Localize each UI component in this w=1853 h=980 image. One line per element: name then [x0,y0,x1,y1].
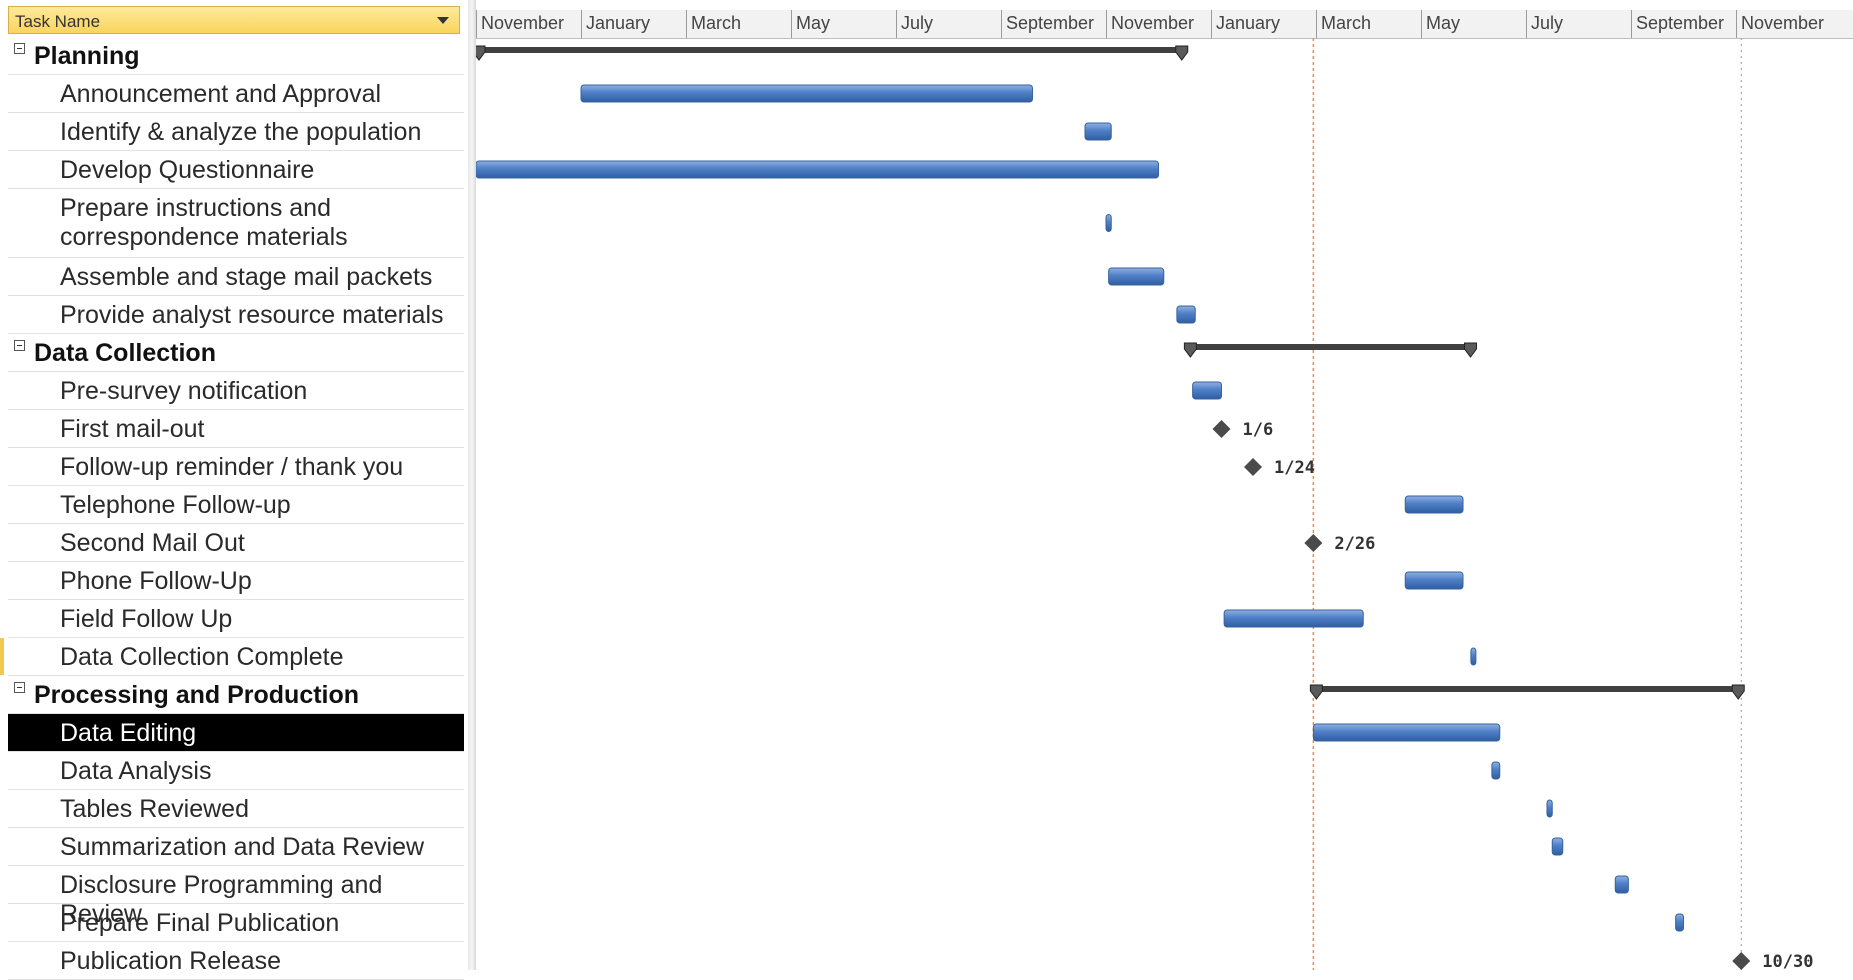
task-name-label: First mail-out [60,415,205,443]
task-bar[interactable] [1084,122,1112,141]
task-bar[interactable] [1470,647,1477,666]
task-row[interactable]: Publication Release [8,942,464,980]
task-name-label: Tables Reviewed [60,795,249,823]
task-name-label: Prepare Final Publication [60,909,340,937]
milestone-diamond[interactable] [1304,534,1323,552]
task-bar[interactable] [476,160,1159,179]
task-name-label: Prepare instructions and correspondence … [60,194,348,251]
task-row[interactable]: Provide analyst resource materials [8,296,464,334]
gantt-chart: 1/61/24 2/26 10/30 [476,38,1813,970]
task-name-label: Announcement and Approval [60,80,382,108]
task-row[interactable]: Assemble and stage mail packets [8,258,464,296]
task-row[interactable]: Prepare instructions and correspondence … [8,189,464,258]
task-name-label: Data Collection Complete [60,643,344,671]
task-row[interactable]: Summarization and Data Review [8,828,464,866]
collapse-minus-icon[interactable] [14,43,25,54]
collapse-minus-icon[interactable] [14,340,25,351]
task-row[interactable]: Data Collection Complete [0,638,464,676]
task-bar[interactable] [1105,214,1112,232]
task-name-column-header[interactable]: Task Name [8,6,460,34]
task-row[interactable]: Follow-up reminder / thank you [8,448,464,486]
summary-end-cap[interactable] [1464,342,1477,358]
task-name-label: Develop Questionnaire [60,156,315,184]
summary-bar[interactable] [476,47,1185,53]
task-name-label: Follow-up reminder / thank you [60,453,404,481]
task-rows: Planning Announcement and Approval Identif… [0,37,464,980]
summary-start-cap[interactable] [1309,684,1323,700]
task-name-label: Pre-survey notification [60,377,308,405]
milestone-date-label: 2/26 [1334,534,1375,554]
milestone-diamond[interactable] [1244,458,1262,476]
task-row[interactable]: Second Mail Out [8,524,464,562]
task-bar[interactable] [1223,609,1364,628]
task-name-label: Planning [34,42,140,70]
task-row[interactable]: Prepare Final Publication [8,904,464,942]
task-table: Task Name Planning Announcement and Appro… [0,0,469,980]
summary-task-row[interactable]: Data Collection [8,334,464,372]
task-bar[interactable] [1404,495,1464,514]
project-gantt-view: Task Name Planning Announcement and Appro… [0,0,1853,980]
task-bar[interactable] [1404,571,1464,590]
task-row[interactable]: Identify & analyze the population [8,113,464,151]
task-name-label: Processing and Production [34,681,360,709]
task-bar[interactable] [580,84,1033,103]
summary-start-cap[interactable] [1183,342,1197,358]
dropdown-arrow-icon[interactable] [437,17,449,24]
task-bar[interactable] [1108,267,1165,286]
milestone-diamond[interactable] [1212,420,1231,438]
task-name-label: Assemble and stage mail packets [60,263,433,291]
milestone-date-label: 10/30 [1762,952,1813,970]
task-name-label: Phone Follow-Up [60,567,252,595]
summary-bar[interactable] [1187,344,1474,350]
task-name-label: Identify & analyze the population [60,118,422,146]
task-bar[interactable] [1551,837,1564,856]
summary-end-cap[interactable] [1175,45,1189,61]
summary-end-cap[interactable] [1731,684,1745,700]
task-name-label: Telephone Follow-up [60,491,291,519]
task-row[interactable]: Data Editing [8,714,464,752]
task-row[interactable]: Field Follow Up [8,600,464,638]
task-row[interactable]: Announcement and Approval [8,75,464,113]
task-bar[interactable] [1491,761,1501,780]
task-name-label: Second Mail Out [60,529,245,557]
task-bar[interactable] [1675,913,1684,932]
pane-splitter[interactable] [468,0,476,970]
task-row[interactable]: Data Analysis [8,752,464,790]
summary-start-cap[interactable] [476,45,486,61]
task-bar[interactable] [1192,381,1222,400]
task-row[interactable]: First mail-out [8,410,464,448]
summary-task-row[interactable]: Processing and Production [8,676,464,714]
task-name-label: Data Collection [34,339,216,367]
summary-task-row[interactable]: Planning [8,37,464,75]
task-row[interactable]: Phone Follow-Up [8,562,464,600]
task-name-label: Summarization and Data Review [60,833,425,861]
task-row[interactable]: Develop Questionnaire [8,151,464,189]
task-name-label: Provide analyst resource materials [60,301,444,329]
summary-bar[interactable] [1313,686,1742,692]
task-bar[interactable] [1614,875,1629,894]
milestone-date-label: 1/6 [1243,420,1274,440]
task-row[interactable]: Pre-survey notification [8,372,464,410]
task-row[interactable]: Tables Reviewed [8,790,464,828]
task-name-header-label: Task Name [15,12,101,31]
task-bar[interactable] [1176,305,1196,324]
task-bar[interactable] [1312,723,1501,742]
milestone-date-label: 1/24 [1274,458,1315,478]
task-name-label: Data Editing [60,719,197,747]
collapse-minus-icon[interactable] [14,682,25,693]
milestone-diamond[interactable] [1732,952,1751,970]
task-name-label: Field Follow Up [60,605,233,633]
task-name-label: Data Analysis [60,757,212,785]
task-row[interactable]: Disclosure Programming and Review [8,866,464,928]
task-name-label: Publication Release [60,947,281,975]
task-row[interactable]: Telephone Follow-up [8,486,464,524]
task-bar[interactable] [1546,799,1553,818]
